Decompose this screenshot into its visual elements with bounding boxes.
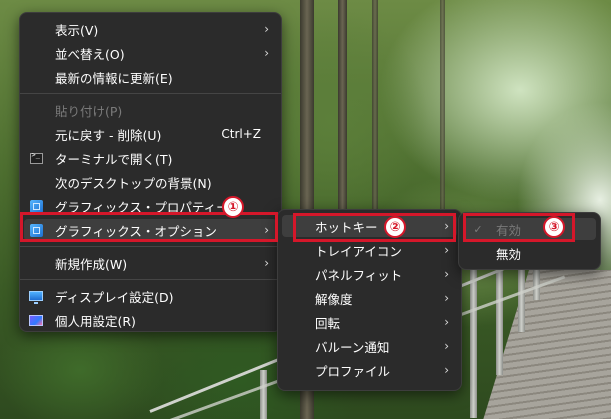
chevron-right-icon: › xyxy=(444,219,449,233)
menu-separator xyxy=(20,279,281,280)
personalize-icon xyxy=(29,313,43,327)
menu-item-label: 解像度 xyxy=(315,291,353,307)
callout-badge-3: ③ xyxy=(543,216,565,238)
menu-item-new[interactable]: 新規作成(W) › xyxy=(20,251,281,275)
callout-badge-1: ① xyxy=(222,196,244,218)
checkmark-icon: ✓ xyxy=(473,222,483,236)
menu-item-label: 個人用設定(R) xyxy=(55,313,136,329)
menu-item-next-background[interactable]: 次のデスクトップの背景(N) xyxy=(20,170,281,194)
menu-item-refresh[interactable]: 最新の情報に更新(E) xyxy=(20,65,281,89)
menu-item-resolution[interactable]: 解像度 › xyxy=(278,286,461,310)
menu-item-view[interactable]: 表示(V) › xyxy=(20,17,281,41)
chevron-right-icon: › xyxy=(444,243,449,257)
menu-item-personalize[interactable]: 個人用設定(R) xyxy=(20,308,281,332)
menu-item-label: 貼り付け(P) xyxy=(55,103,123,119)
menu-item-label: グラフィックス・オプション xyxy=(55,223,217,239)
menu-item-label: 無効 xyxy=(496,246,522,262)
graphics-icon xyxy=(29,199,43,213)
terminal-icon xyxy=(29,151,43,165)
graphics-options-submenu: ホットキー › トレイアイコン › パネルフィット › 解像度 › 回転 › バ… xyxy=(277,209,462,391)
menu-item-label: 次のデスクトップの背景(N) xyxy=(55,175,212,191)
menu-item-paste: 貼り付け(P) xyxy=(20,98,281,122)
menu-separator xyxy=(20,246,281,247)
menu-item-panel-fit[interactable]: パネルフィット › xyxy=(278,262,461,286)
chevron-right-icon: › xyxy=(264,256,269,270)
menu-item-balloon-notification[interactable]: バルーン通知 › xyxy=(278,334,461,358)
chevron-right-icon: › xyxy=(444,363,449,377)
menu-item-label: 回転 xyxy=(315,315,341,331)
menu-item-label: トレイアイコン xyxy=(315,243,402,259)
menu-item-sort[interactable]: 並べ替え(O) › xyxy=(20,41,281,65)
callout-badge-2: ② xyxy=(384,216,406,238)
menu-item-label: 有効 xyxy=(496,222,522,238)
chevron-right-icon: › xyxy=(444,339,449,353)
menu-separator xyxy=(20,93,281,94)
menu-item-label: 並べ替え(O) xyxy=(55,46,125,62)
menu-item-undo-delete[interactable]: 元に戻す - 削除(U) Ctrl+Z xyxy=(20,122,281,146)
chevron-right-icon: › xyxy=(264,223,269,237)
chevron-right-icon: › xyxy=(264,46,269,60)
menu-item-label: 新規作成(W) xyxy=(55,256,128,272)
menu-item-graphics-options[interactable]: グラフィックス・オプション › xyxy=(20,218,281,242)
desktop-context-menu: 表示(V) › 並べ替え(O) › 最新の情報に更新(E) 貼り付け(P) 元に… xyxy=(19,12,282,332)
menu-item-rotation[interactable]: 回転 › xyxy=(278,310,461,334)
hotkey-submenu: ✓ 有効 無効 xyxy=(458,212,601,270)
menu-item-tray-icon[interactable]: トレイアイコン › xyxy=(278,238,461,262)
menu-item-open-terminal[interactable]: ターミナルで開く(T) xyxy=(20,146,281,170)
menu-item-enabled[interactable]: ✓ 有効 xyxy=(459,217,600,241)
menu-item-label: バルーン通知 xyxy=(315,339,390,355)
menu-item-disabled[interactable]: 無効 xyxy=(459,241,600,265)
menu-item-shortcut: Ctrl+Z xyxy=(221,127,261,141)
menu-item-label: 表示(V) xyxy=(55,22,99,38)
menu-item-label: ディスプレイ設定(D) xyxy=(55,289,174,305)
menu-item-label: プロファイル xyxy=(315,363,391,379)
display-icon xyxy=(29,289,43,304)
menu-item-label: ターミナルで開く(T) xyxy=(55,151,173,167)
menu-item-label: パネルフィット xyxy=(315,267,403,283)
menu-item-label: 元に戻す - 削除(U) xyxy=(55,127,162,143)
menu-item-hotkey[interactable]: ホットキー › xyxy=(278,214,461,238)
menu-item-label: グラフィックス・プロパティー... xyxy=(55,199,241,215)
chevron-right-icon: › xyxy=(444,291,449,305)
menu-item-label: 最新の情報に更新(E) xyxy=(55,70,173,86)
menu-item-profile[interactable]: プロファイル › xyxy=(278,358,461,382)
graphics-icon xyxy=(29,223,43,237)
menu-item-display-settings[interactable]: ディスプレイ設定(D) xyxy=(20,284,281,308)
menu-item-label: ホットキー xyxy=(315,219,378,235)
chevron-right-icon: › xyxy=(444,267,449,281)
chevron-right-icon: › xyxy=(264,22,269,36)
chevron-right-icon: › xyxy=(444,315,449,329)
